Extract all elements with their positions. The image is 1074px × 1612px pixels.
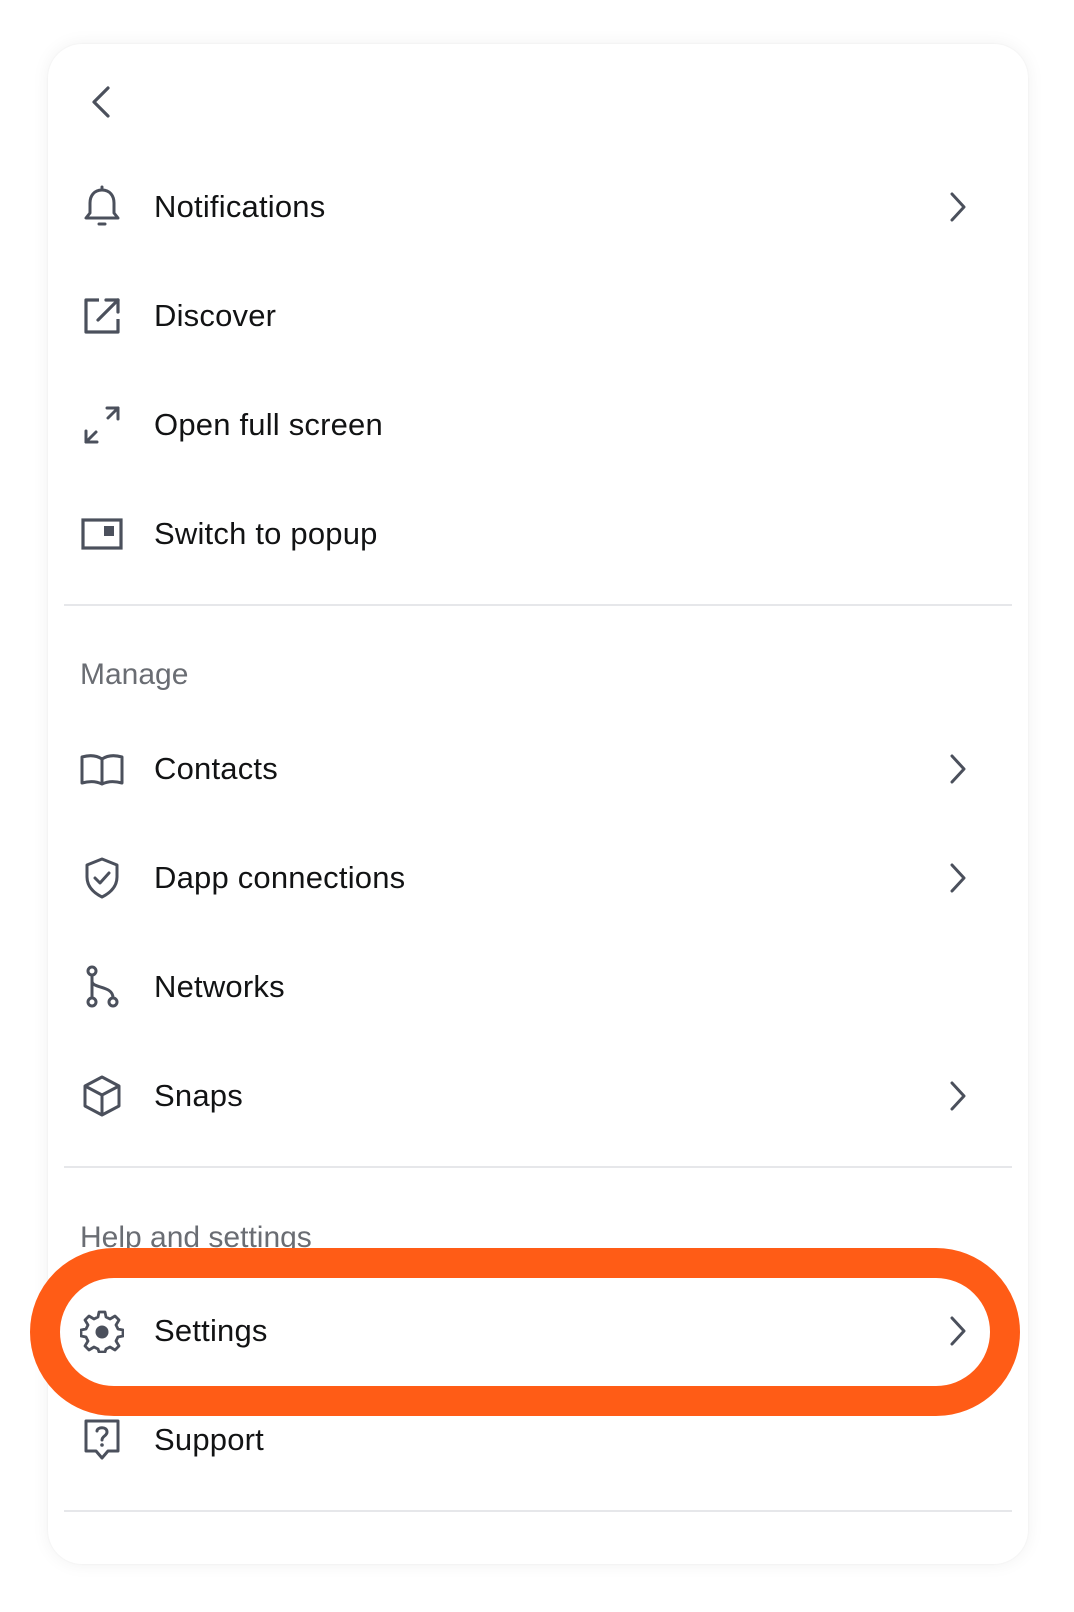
menu-item-switch-to-popup[interactable]: Switch to popup [48,484,1028,584]
expand-icon [78,401,126,449]
menu-item-snaps[interactable]: Snaps [48,1046,1028,1146]
chevron-left-icon [92,86,110,118]
menu-item-label: Notifications [154,189,326,224]
menu-item-label: Contacts [154,751,278,786]
menu-item-settings[interactable]: Settings [48,1281,1028,1381]
menu-item-label: Dapp connections [154,860,406,895]
menu-item-open-full-screen[interactable]: Open full screen [48,375,1028,475]
menu-item-label: Networks [154,969,285,1004]
chevron-right-icon [938,1076,978,1116]
page: Notifications Discover Open full screen … [0,0,1074,1612]
book-icon [78,745,126,793]
menu-item-label: Switch to popup [154,516,378,551]
network-icon [78,963,126,1011]
chevron-right-icon [938,1311,978,1351]
question-icon [78,1416,126,1464]
menu-item-label: Settings [154,1313,268,1348]
bell-icon [78,183,126,231]
menu-item-label: Support [154,1422,264,1457]
menu-item-contacts[interactable]: Contacts [48,719,1028,819]
menu-item-label: Open full screen [154,407,383,442]
global-menu-panel: Notifications Discover Open full screen … [48,44,1028,1564]
chevron-right-icon [938,858,978,898]
shield-check-icon [78,854,126,902]
menu-item-label: Discover [154,298,277,333]
divider [64,1510,1012,1512]
menu-item-support[interactable]: Support [48,1390,1028,1490]
divider [64,1166,1012,1168]
section-title-manage: Manage [80,658,189,691]
popup-icon [78,510,126,558]
back-button[interactable] [74,74,130,130]
menu-item-dapp-connections[interactable]: Dapp connections [48,828,1028,928]
chevron-right-icon [938,187,978,227]
section-title-help-and-settings: Help and settings [80,1221,312,1254]
menu-item-networks[interactable]: Networks [48,937,1028,1037]
external-link-icon [78,292,126,340]
menu-item-label: Snaps [154,1078,243,1113]
chevron-right-icon [938,749,978,789]
gear-icon [78,1307,126,1355]
menu-item-discover[interactable]: Discover [48,266,1028,366]
cube-icon [78,1072,126,1120]
divider [64,604,1012,606]
menu-item-notifications[interactable]: Notifications [48,157,1028,257]
